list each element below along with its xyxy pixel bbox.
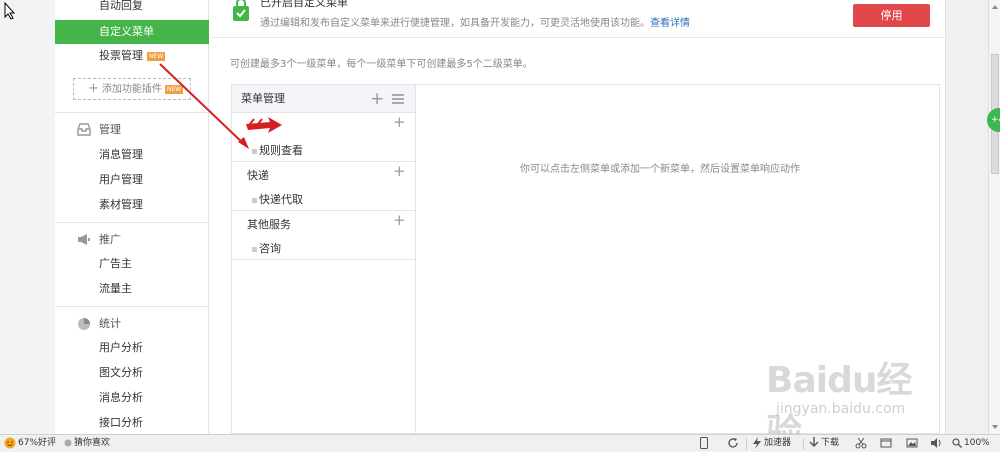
divider — [55, 306, 209, 307]
scroll-down-icon[interactable] — [990, 422, 1000, 432]
inbox-icon — [77, 123, 91, 136]
watermark-url: jingyan.baidu.com — [776, 401, 906, 417]
sidebar-item-custom-menu[interactable]: 自定义菜单 — [55, 20, 209, 44]
browser-statusbar: 67%好评 猜你喜欢 加速器 下载 100% — [0, 434, 1000, 452]
annotation-arrow-icon — [159, 63, 282, 149]
add-submenu-icon[interactable]: + — [393, 211, 406, 229]
notice-description: 通过编辑和发布自定义菜单来进行便捷管理，如具备开发能力，可更灵活地使用该功能。查… — [260, 18, 690, 29]
lock-icon — [233, 0, 249, 21]
right-margin — [945, 0, 988, 434]
sidebar-item-materials[interactable]: 素材管理 — [55, 193, 209, 217]
smiley-icon — [4, 437, 16, 448]
divider — [210, 37, 945, 38]
accelerator-button[interactable]: 加速器 — [752, 435, 791, 452]
add-submenu-icon[interactable]: + — [393, 113, 406, 131]
menu-group-2[interactable]: 快递 + 快递代取 — [232, 162, 415, 211]
dot-icon — [64, 439, 72, 446]
sidebar-item-article-analysis[interactable]: 图文分析 — [55, 361, 209, 385]
plus-icon: + — [88, 81, 99, 96]
notice-title: 已开启自定义菜单 — [260, 0, 348, 9]
disable-menu-button[interactable]: 停用 — [853, 4, 930, 27]
lightning-icon — [753, 436, 761, 449]
vertical-scrollbar[interactable] — [988, 0, 1000, 434]
mouse-cursor-icon — [4, 2, 16, 20]
page-viewport: 自动回复 自定义菜单 投票管理 NEW + 添加功能插件 NEW 管理 消息管理 用户… — [0, 0, 988, 434]
sound-icon[interactable] — [930, 435, 942, 452]
bullet-icon — [252, 246, 257, 252]
sidebar-item-user-analysis[interactable]: 用户分析 — [55, 336, 209, 360]
divider — [746, 438, 747, 450]
browser-window: 自动回复 自定义菜单 投票管理 NEW + 添加功能插件 NEW 管理 消息管理 用户… — [0, 0, 1000, 452]
sidebar-item-api-analysis[interactable]: 接口分析 — [55, 411, 209, 434]
menu-status-notice: 已开启自定义菜单 通过编辑和发布自定义菜单来进行便捷管理，如具备开发能力，可更灵… — [228, 0, 930, 36]
rating-indicator[interactable]: 67%好评 — [4, 435, 56, 452]
sidebar-item-advertiser[interactable]: 广告主 — [55, 252, 209, 276]
group-stats-title: 统计 — [55, 312, 209, 336]
menu-group-3[interactable]: 其他服务 + 咨询 — [232, 211, 415, 260]
download-button[interactable]: 下载 — [809, 435, 839, 452]
left-margin — [0, 0, 55, 434]
sidebar-item-users[interactable]: 用户管理 — [55, 168, 209, 192]
watermark-text: Baidu经验 — [766, 360, 912, 434]
menu-empty-hint: 你可以点击左侧菜单或添加一个新菜单，然后设置菜单响应动作 — [520, 164, 800, 175]
group-promote-title: 推广 — [55, 228, 209, 252]
view-details-link[interactable]: 查看详情 — [650, 18, 690, 29]
sidebar-item-message-analysis[interactable]: 消息分析 — [55, 386, 209, 410]
zoom-control[interactable]: 100% — [952, 435, 990, 452]
phone-icon[interactable] — [700, 435, 708, 452]
download-icon — [809, 436, 819, 447]
sidebar-item-auto-reply[interactable]: 自动回复 — [55, 0, 209, 18]
submenu-item[interactable]: 咨询 — [252, 240, 281, 256]
submenu-item[interactable]: 快递代取 — [252, 191, 303, 207]
image-icon[interactable] — [906, 435, 918, 452]
divider — [803, 438, 804, 450]
baidu-watermark: Baidu经验 jingyan.baidu.com — [766, 345, 946, 434]
magnifier-icon — [952, 437, 962, 448]
refresh-icon[interactable] — [727, 435, 739, 452]
add-submenu-icon[interactable]: + — [393, 162, 406, 180]
bullet-icon — [252, 197, 257, 203]
sort-menu-icon[interactable] — [392, 94, 404, 104]
megaphone-icon — [78, 234, 90, 245]
guess-you-like[interactable]: 猜你喜欢 — [64, 435, 110, 452]
sidebar-item-publisher[interactable]: 流量主 — [55, 277, 209, 301]
scissors-icon[interactable] — [855, 435, 867, 452]
divider — [55, 222, 209, 223]
add-menu-icon[interactable]: + — [370, 85, 384, 113]
scroll-up-icon[interactable] — [990, 2, 1000, 12]
window-icon[interactable] — [880, 435, 892, 452]
pie-chart-icon — [78, 318, 90, 330]
